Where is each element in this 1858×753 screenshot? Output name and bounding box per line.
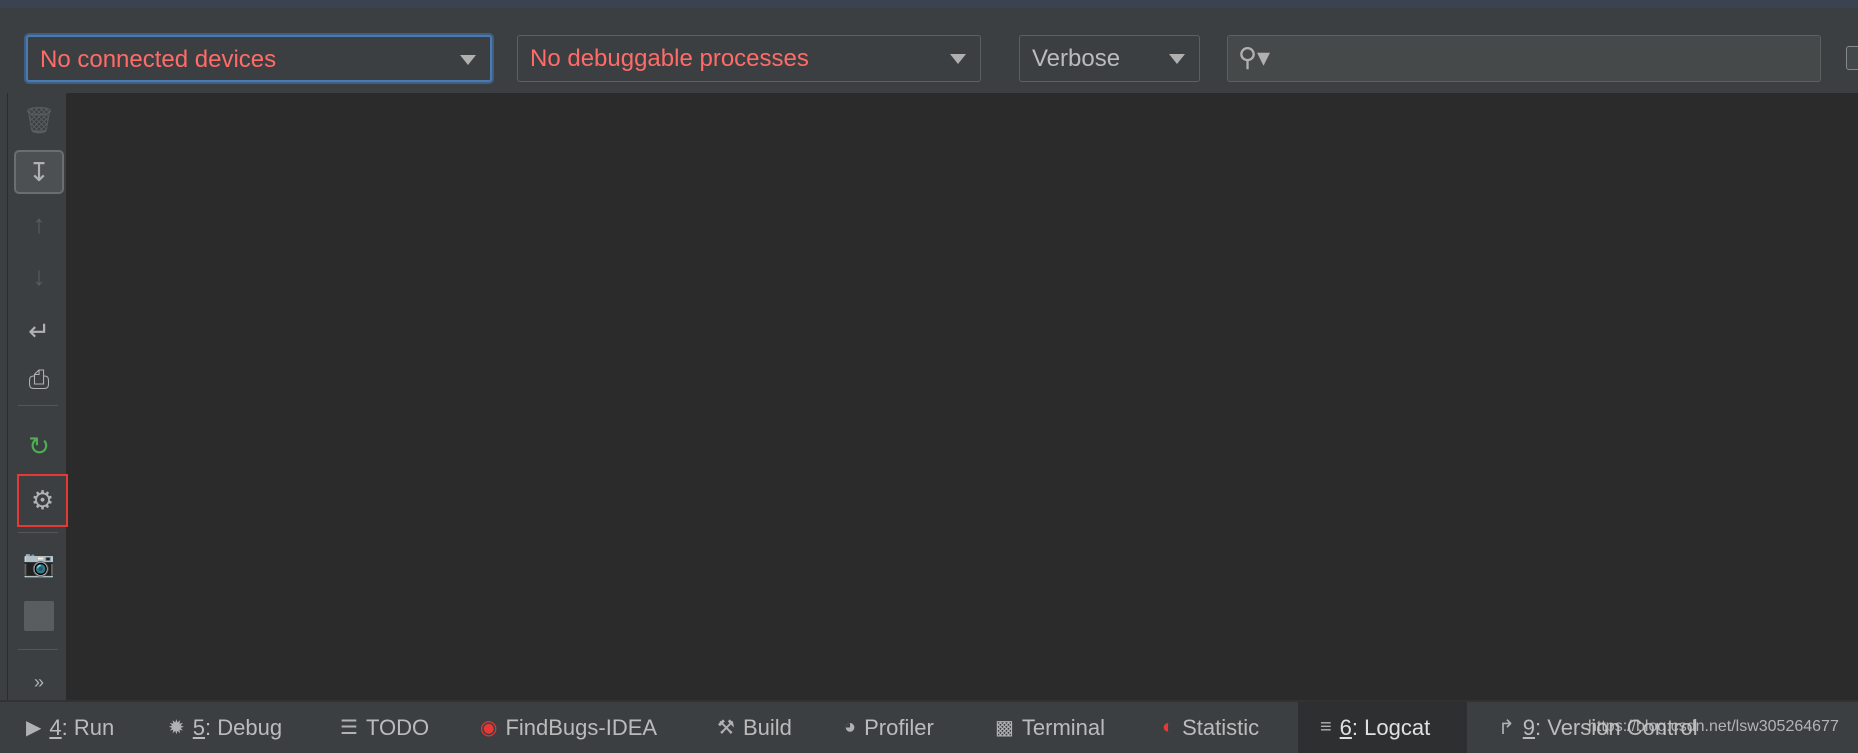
chevron-down-icon [950, 54, 966, 64]
play-icon: ▶ [26, 717, 42, 739]
tab-todo[interactable]: ☰ TODO [332, 702, 437, 753]
tab-label: : Logcat [1351, 714, 1431, 740]
tab-run[interactable]: ▶ 4: Run [18, 702, 122, 753]
soft-wrap-icon[interactable]: ↵ [14, 309, 64, 353]
tab-number: 6 [1339, 714, 1352, 740]
watermark: https://blog.csdn.net/lsw305264677 [1588, 718, 1839, 735]
print-icon[interactable]: ⎙ [14, 358, 64, 402]
tab-number: 4 [49, 714, 62, 740]
device-label: No connected devices [40, 46, 277, 73]
gauge-icon: ◕ [844, 716, 857, 738]
tab-label: : Run [61, 714, 115, 740]
tab-label: : Debug [205, 714, 283, 740]
log-level-dropdown[interactable]: Verbose [1019, 35, 1200, 82]
process-label: No debuggable processes [530, 45, 809, 72]
tab-label: TODO [365, 714, 430, 740]
stop-icon[interactable] [14, 594, 64, 638]
device-dropdown[interactable]: No connected devices [26, 35, 492, 82]
process-dropdown[interactable]: No debuggable processes [517, 35, 981, 82]
scroll-to-end-icon[interactable]: ↧ [14, 150, 64, 194]
gear-icon[interactable]: ⚙ [17, 474, 68, 527]
tab-statistic[interactable]: ◐ Statistic [1154, 702, 1267, 753]
down-arrow-icon[interactable]: ↓ [14, 254, 64, 298]
tab-label: Statistic [1182, 714, 1260, 740]
title-strip [0, 0, 1858, 8]
tab-build[interactable]: ⚒ Build [709, 702, 800, 753]
list-icon: ☰ [340, 717, 358, 739]
tab-label: Build [742, 714, 792, 740]
tab-label: Profiler [864, 714, 934, 740]
divider [18, 532, 58, 533]
divider [18, 649, 58, 650]
restart-icon[interactable]: ↻ [14, 424, 64, 468]
logcat-icon: ≡ [1320, 716, 1332, 738]
tab-terminal[interactable]: ▩ Terminal [987, 702, 1113, 753]
tab-debug[interactable]: ✹ 5: Debug [160, 702, 290, 753]
search-icon[interactable]: ⚲▾ [1238, 42, 1270, 73]
log-level-label: Verbose [1032, 45, 1121, 72]
tab-profiler[interactable]: ◕ Profiler [836, 702, 942, 753]
chevron-down-icon [1169, 54, 1185, 64]
camera-icon[interactable]: 📷 [14, 541, 64, 585]
statistic-icon: ◐ [1162, 716, 1175, 738]
tab-logcat[interactable]: ≡ 6: Logcat [1298, 702, 1467, 753]
branch-icon: ↱ [1498, 717, 1515, 739]
divider [18, 405, 58, 406]
up-arrow-icon[interactable]: ↑ [14, 202, 64, 246]
tab-label: Terminal [1021, 714, 1106, 740]
tool-window-bar: ▶ 4: Run ✹ 5: Debug ☰ TODO ◉ FindBugs-IDEA ⚒… [0, 700, 1858, 753]
chevron-down-icon [460, 55, 476, 65]
bug-icon: ✹ [168, 717, 185, 739]
hammer-icon: ⚒ [717, 717, 735, 739]
terminal-icon: ▩ [995, 717, 1014, 739]
tab-number: 5 [192, 714, 206, 740]
tab-findbugs[interactable]: ◉ FindBugs-IDEA [472, 702, 665, 753]
ladybug-icon: ◉ [480, 717, 498, 739]
tab-label: FindBugs-IDEA [505, 714, 658, 740]
trash-icon[interactable]: 🗑 [14, 98, 64, 142]
regex-checkbox[interactable] [1846, 46, 1858, 70]
logcat-toolbar: No connected devices No debuggable proce… [0, 8, 1858, 93]
tab-number: 9 [1522, 714, 1536, 740]
left-edge-panel [0, 93, 8, 700]
search-input[interactable]: ⚲▾ [1227, 35, 1821, 82]
more-icon[interactable]: » [14, 660, 64, 704]
